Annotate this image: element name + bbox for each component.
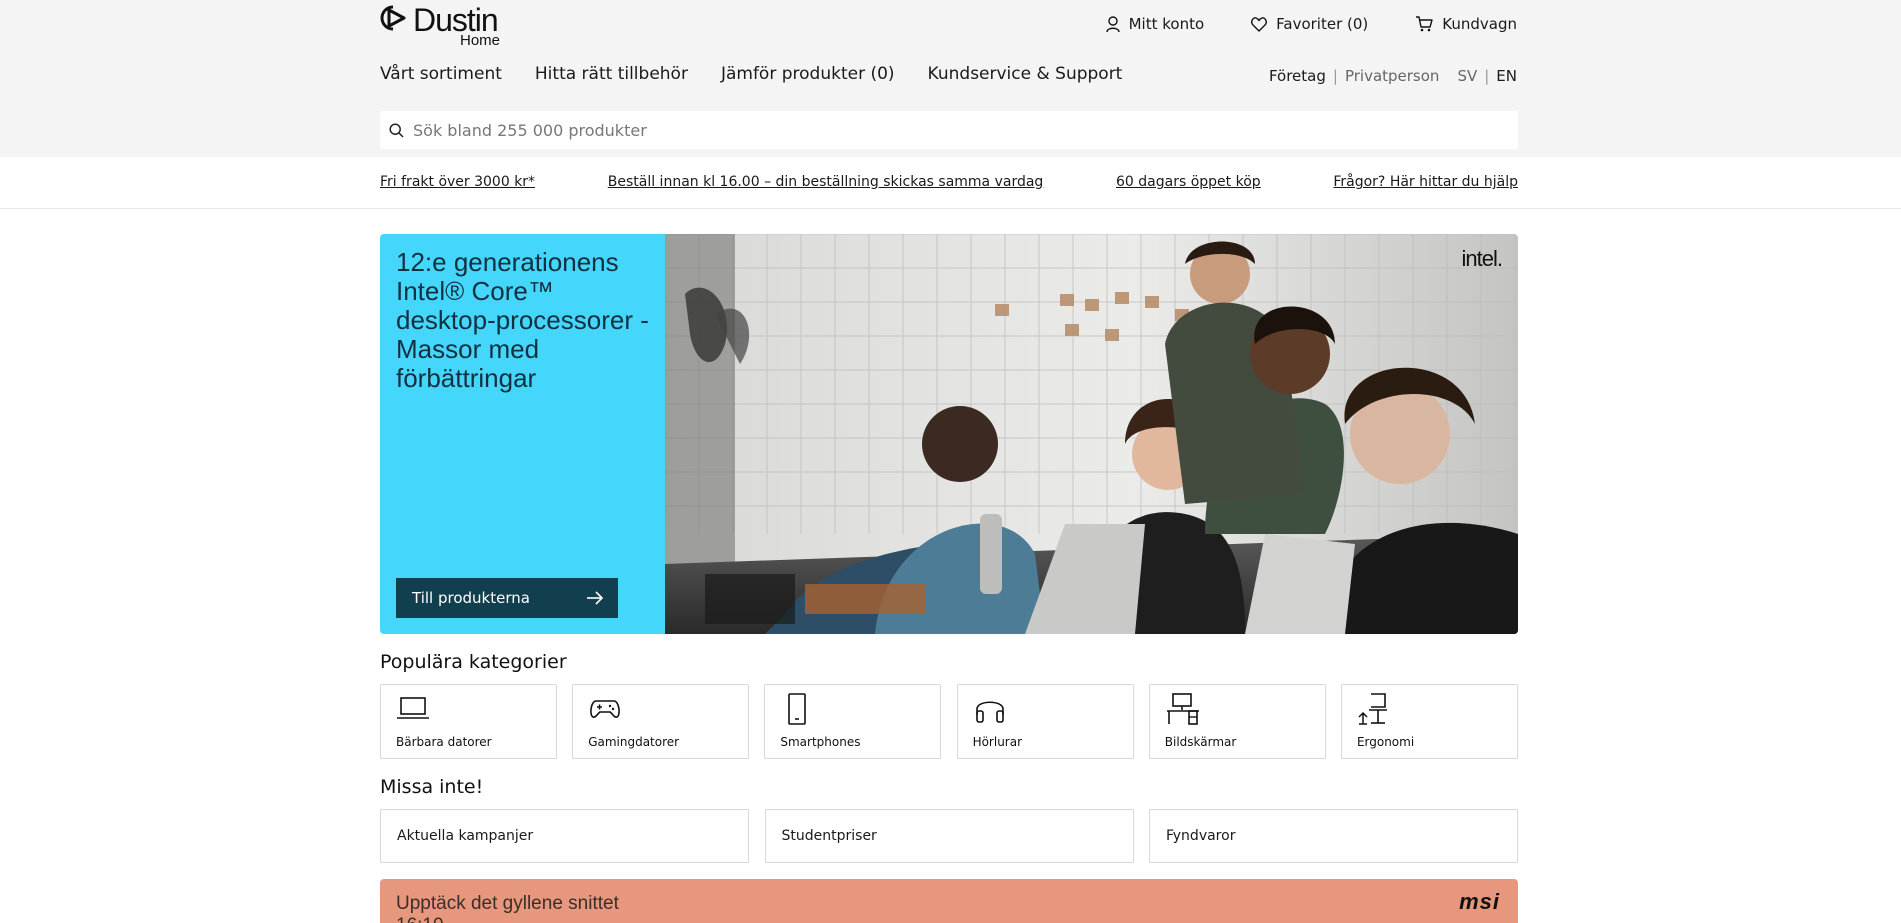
category-ergonomics[interactable]: Ergonomi <box>1340 684 1518 759</box>
category-label: Ergonomi <box>1356 735 1415 749</box>
dustin-logo-mark-icon <box>380 5 406 31</box>
msi-promo-banner[interactable]: Upptäck det gyllene snittet 16:10 msi <box>380 879 1518 923</box>
top-links: Mitt konto Favoriter (0) Kundvagn <box>1105 15 1517 33</box>
popular-categories-list: Bärbara datorer Gamingdatorer Smartphone… <box>380 684 1518 759</box>
student-prices-card[interactable]: Studentpriser <box>764 809 1134 863</box>
lang-sv-link[interactable]: SV <box>1457 67 1477 85</box>
favorites-label: Favoriter (0) <box>1276 15 1369 33</box>
hero-cta-button[interactable]: Till produkterna <box>396 578 618 618</box>
promo-subtitle: 16:10 <box>396 915 444 923</box>
account-label: Mitt konto <box>1128 15 1205 33</box>
office-chair-icon <box>1358 693 1387 725</box>
arrow-right-icon <box>587 591 604 605</box>
site-header: Dustin Home Mitt konto Favoriter (0) Kun… <box>0 0 1901 157</box>
category-gaming-pcs[interactable]: Gamingdatorer <box>572 684 750 759</box>
nav-item-assortment[interactable]: Vårt sortiment <box>380 64 502 84</box>
monitor-desk-icon <box>1166 693 1199 725</box>
segment-language-switch: Företag | Privatperson SV | EN <box>1269 67 1517 85</box>
category-smartphones[interactable]: Smartphones <box>764 684 942 759</box>
search-bar <box>380 111 1518 149</box>
main-nav: Vårt sortiment Hitta rätt tillbehör Jämf… <box>380 64 1155 84</box>
cart-icon <box>1416 16 1433 32</box>
logo-subtitle: Home <box>460 32 501 49</box>
favorites-link[interactable]: Favoriter (0) <box>1251 15 1368 33</box>
hero-text-panel: 12:e generationens Intel® Core™ desktop-… <box>380 234 665 634</box>
user-icon <box>1105 15 1120 32</box>
category-label: Gamingdatorer <box>588 735 680 749</box>
hero-cta-label: Till produkterna <box>412 589 530 607</box>
category-label: Hörlurar <box>972 735 1023 749</box>
category-label: Bildskärmar <box>1164 735 1237 749</box>
segment-business-link[interactable]: Företag <box>1269 67 1326 85</box>
cart-label: Kundvagn <box>1442 15 1517 33</box>
nav-item-accessories[interactable]: Hitta rätt tillbehör <box>535 64 688 84</box>
card-label: Fyndvaror <box>1166 828 1236 844</box>
dustin-home-logo[interactable]: Dustin Home <box>380 2 510 49</box>
campaigns-card[interactable]: Aktuella kampanjer <box>380 809 749 863</box>
category-label: Bärbara datorer <box>396 735 492 749</box>
dont-miss-list: Aktuella kampanjer Studentpriser Fyndvar… <box>380 809 1518 863</box>
popular-categories-title: Populära kategorier <box>380 651 567 673</box>
category-headphones[interactable]: Hörlurar <box>956 684 1134 759</box>
usp-help-link[interactable]: Frågor? Här hittar du hjälp <box>1333 174 1518 190</box>
promo-title: Upptäck det gyllene snittet <box>396 893 619 914</box>
heart-icon <box>1251 16 1268 32</box>
hero-title: 12:e generationens Intel® Core™ desktop-… <box>396 247 649 393</box>
msi-logo: msi <box>1459 889 1500 914</box>
dont-miss-title: Missa inte! <box>380 776 484 798</box>
nav-item-compare[interactable]: Jämför produkter (0) <box>721 64 895 84</box>
segment-separator: | <box>1332 67 1338 85</box>
category-label: Smartphones <box>780 735 861 749</box>
nav-item-customer-service[interactable]: Kundservice & Support <box>928 64 1123 84</box>
account-link[interactable]: Mitt konto <box>1105 15 1205 33</box>
usp-free-shipping-link[interactable]: Fri frakt över 3000 kr* <box>380 174 535 190</box>
lang-en-link[interactable]: EN <box>1496 67 1517 85</box>
usp-same-day-link[interactable]: Beställ innan kl 16.00 – din beställning… <box>608 174 1044 190</box>
search-icon <box>389 122 404 138</box>
card-label: Studentpriser <box>781 828 877 844</box>
intel-logo: intel. <box>1461 246 1503 271</box>
gamepad-icon <box>590 700 621 718</box>
cart-link[interactable]: Kundvagn <box>1415 15 1517 33</box>
category-laptops[interactable]: Bärbara datorer <box>380 684 557 759</box>
smartphone-icon <box>788 693 807 725</box>
usp-bar: Fri frakt över 3000 kr* Beställ innan kl… <box>0 157 1901 209</box>
card-label: Aktuella kampanjer <box>397 828 534 844</box>
usp-open-purchase-link[interactable]: 60 dagars öppet köp <box>1116 174 1261 190</box>
category-monitors[interactable]: Bildskärmar <box>1148 684 1326 759</box>
headphones-icon <box>975 701 1004 723</box>
lang-separator: | <box>1484 67 1490 85</box>
hero-photo-office-team <box>665 234 1518 634</box>
hero-banner[interactable]: 12:e generationens Intel® Core™ desktop-… <box>380 234 1518 634</box>
bargains-card[interactable]: Fyndvaror <box>1149 809 1518 863</box>
segment-private-link[interactable]: Privatperson <box>1345 67 1439 85</box>
search-input[interactable] <box>413 120 1493 140</box>
laptop-icon <box>397 697 429 719</box>
